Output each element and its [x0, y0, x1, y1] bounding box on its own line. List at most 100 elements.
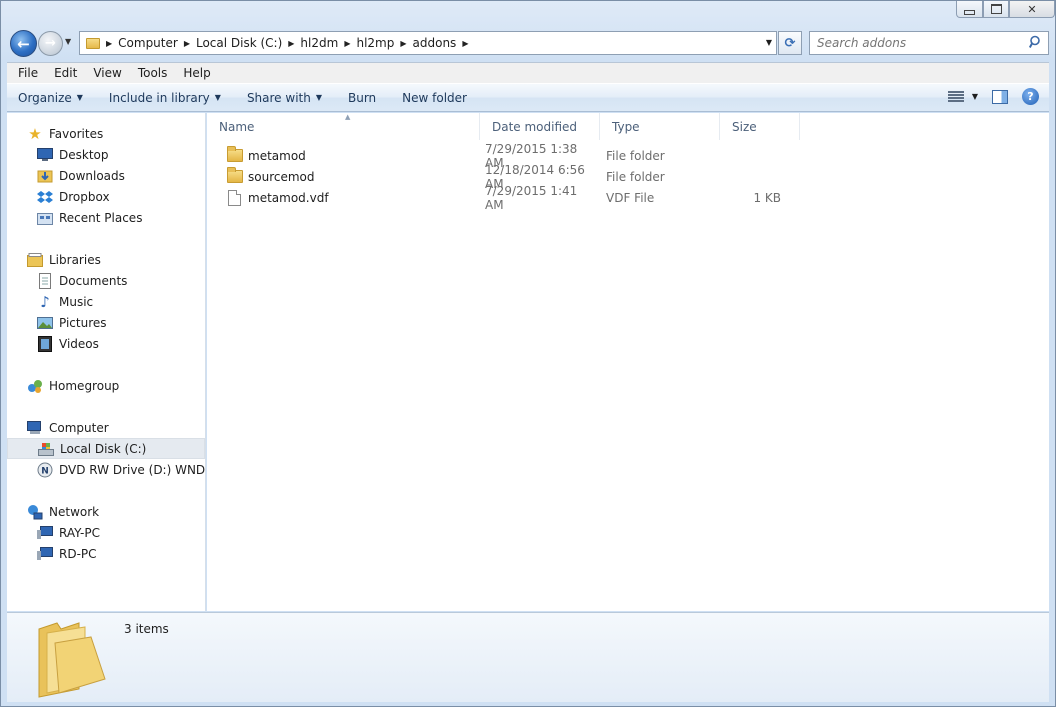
- recent-places-icon: [37, 210, 53, 226]
- sidebar-item-music[interactable]: ♪ Music: [7, 291, 205, 312]
- chevron-right-icon[interactable]: ▶: [106, 39, 112, 48]
- search-icon[interactable]: [1029, 35, 1043, 49]
- column-header-type[interactable]: Type: [600, 113, 720, 140]
- new-folder-button[interactable]: New folder: [402, 91, 467, 105]
- menu-tools[interactable]: Tools: [130, 66, 176, 80]
- sidebar-item-local-disk[interactable]: Local Disk (C:): [7, 438, 205, 459]
- column-header-name[interactable]: ▲ Name: [207, 113, 480, 140]
- sidebar-item-label: Network: [49, 504, 100, 519]
- file-type: VDF File: [606, 190, 655, 205]
- dropbox-icon: [37, 189, 53, 205]
- change-view-button[interactable]: ▼: [947, 90, 978, 103]
- sidebar-item-dvd-drive[interactable]: N DVD RW Drive (D:) WNDA31: [7, 459, 205, 480]
- burn-label: Burn: [348, 90, 377, 105]
- sidebar-item-desktop[interactable]: Desktop: [7, 144, 205, 165]
- music-note-icon: ♪: [40, 292, 50, 311]
- caret-down-icon: ▼: [971, 92, 978, 101]
- file-name: metamod.vdf: [248, 190, 329, 205]
- recent-pages-dropdown[interactable]: ▼: [65, 37, 71, 46]
- column-header-date-modified[interactable]: Date modified: [480, 113, 600, 140]
- file-name: metamod: [248, 148, 306, 163]
- chevron-right-icon[interactable]: ▶: [400, 39, 406, 48]
- sidebar-item-ray-pc[interactable]: RAY-PC: [7, 522, 205, 543]
- chevron-right-icon[interactable]: ▶: [344, 39, 350, 48]
- sidebar-libraries[interactable]: Libraries: [7, 249, 205, 270]
- menu-view[interactable]: View: [85, 66, 129, 80]
- file-name: sourcemod: [248, 169, 315, 184]
- pictures-icon: [37, 315, 53, 331]
- menu-edit[interactable]: Edit: [46, 66, 85, 80]
- search-input[interactable]: [817, 36, 1017, 50]
- chevron-right-icon[interactable]: ▶: [184, 39, 190, 48]
- minimize-button[interactable]: [956, 1, 983, 18]
- breadcrumb-local-disk[interactable]: Local Disk (C:): [196, 36, 282, 50]
- help-icon[interactable]: ?: [1022, 88, 1039, 105]
- preview-pane-icon[interactable]: [992, 89, 1008, 104]
- explorer-window: ✕ ← → ▼ ▶ Computer ▶ Local Disk (C:) ▶ h…: [0, 0, 1056, 707]
- folder-icon: [86, 37, 100, 49]
- column-label: Name: [219, 119, 255, 134]
- column-header-size[interactable]: Size: [720, 113, 800, 140]
- back-button[interactable]: ←: [10, 30, 37, 57]
- folder-icon: [227, 146, 243, 162]
- maximize-button[interactable]: [983, 1, 1009, 18]
- window-controls: ✕: [956, 1, 1055, 18]
- sidebar-item-label: RAY-PC: [59, 525, 100, 540]
- column-label: Date modified: [492, 119, 578, 134]
- menu-file[interactable]: File: [10, 66, 46, 80]
- sidebar-item-pictures[interactable]: Pictures: [7, 312, 205, 333]
- sidebar-item-videos[interactable]: Videos: [7, 333, 205, 354]
- breadcrumb-hl2dm[interactable]: hl2dm: [300, 36, 338, 50]
- include-in-library-button[interactable]: Include in library ▼: [109, 91, 221, 105]
- share-with-button[interactable]: Share with ▼: [247, 91, 322, 105]
- breadcrumb-computer[interactable]: Computer: [118, 36, 178, 50]
- breadcrumb-addons[interactable]: addons: [413, 36, 457, 50]
- sidebar-item-dropbox[interactable]: Dropbox: [7, 186, 205, 207]
- sidebar-network[interactable]: Network: [7, 501, 205, 522]
- sidebar-item-label: Downloads: [59, 168, 125, 183]
- dvd-drive-icon: N: [37, 462, 53, 478]
- sidebar-item-label: Music: [59, 294, 94, 309]
- address-bar[interactable]: ▶ Computer ▶ Local Disk (C:) ▶ hl2dm ▶ h…: [79, 31, 777, 55]
- file-row[interactable]: metamod.vdf 7/29/2015 1:41 AM VDF File 1…: [207, 184, 802, 212]
- file-list-pane: ▲ Name Date modified Type Size metamod 7…: [207, 113, 1049, 611]
- address-dropdown-icon[interactable]: ▼: [766, 38, 772, 47]
- forward-button[interactable]: →: [38, 31, 63, 56]
- sidebar-item-label: RD-PC: [59, 546, 97, 561]
- breadcrumb-hl2mp[interactable]: hl2mp: [356, 36, 394, 50]
- column-label: Size: [732, 119, 757, 134]
- sidebar-item-recent-places[interactable]: Recent Places: [7, 207, 205, 228]
- sidebar-item-label: Dropbox: [59, 189, 110, 204]
- new-folder-label: New folder: [402, 90, 467, 105]
- file-date-modified: 7/29/2015 1:41 AM: [485, 183, 578, 212]
- sidebar-item-downloads[interactable]: Downloads: [7, 165, 205, 186]
- desktop-icon: [37, 147, 53, 163]
- file-icon: [228, 189, 241, 206]
- sidebar-item-documents[interactable]: Documents: [7, 270, 205, 291]
- sidebar-homegroup[interactable]: Homegroup: [7, 375, 205, 396]
- sidebar-item-rd-pc[interactable]: RD-PC: [7, 543, 205, 564]
- refresh-button[interactable]: ⟳: [778, 31, 802, 55]
- caret-down-icon: ▼: [315, 93, 322, 102]
- column-label: Type: [612, 119, 640, 134]
- sort-ascending-icon: ▲: [345, 113, 351, 121]
- details-pane: 3 items: [7, 612, 1049, 702]
- chevron-right-icon[interactable]: ▶: [288, 39, 294, 48]
- sidebar-computer[interactable]: Computer: [7, 417, 205, 438]
- item-count: 3 items: [124, 622, 169, 636]
- burn-button[interactable]: Burn: [348, 91, 376, 105]
- sidebar-item-label: Libraries: [49, 252, 101, 267]
- close-button[interactable]: ✕: [1009, 1, 1055, 18]
- column-headers: ▲ Name Date modified Type Size: [207, 113, 1049, 140]
- chevron-right-icon[interactable]: ▶: [462, 39, 468, 48]
- folder-icon: [227, 167, 243, 183]
- sidebar-item-label: Computer: [49, 420, 109, 435]
- hard-drive-icon: [38, 441, 54, 457]
- forward-arrow-icon: →: [45, 36, 56, 51]
- menu-help[interactable]: Help: [175, 66, 218, 80]
- sidebar-item-label: Desktop: [59, 147, 109, 162]
- sidebar-favorites[interactable]: ★ Favorites: [7, 123, 205, 144]
- organize-button[interactable]: Organize ▼: [18, 91, 83, 105]
- back-arrow-icon: ←: [17, 34, 30, 53]
- search-box[interactable]: [809, 31, 1049, 55]
